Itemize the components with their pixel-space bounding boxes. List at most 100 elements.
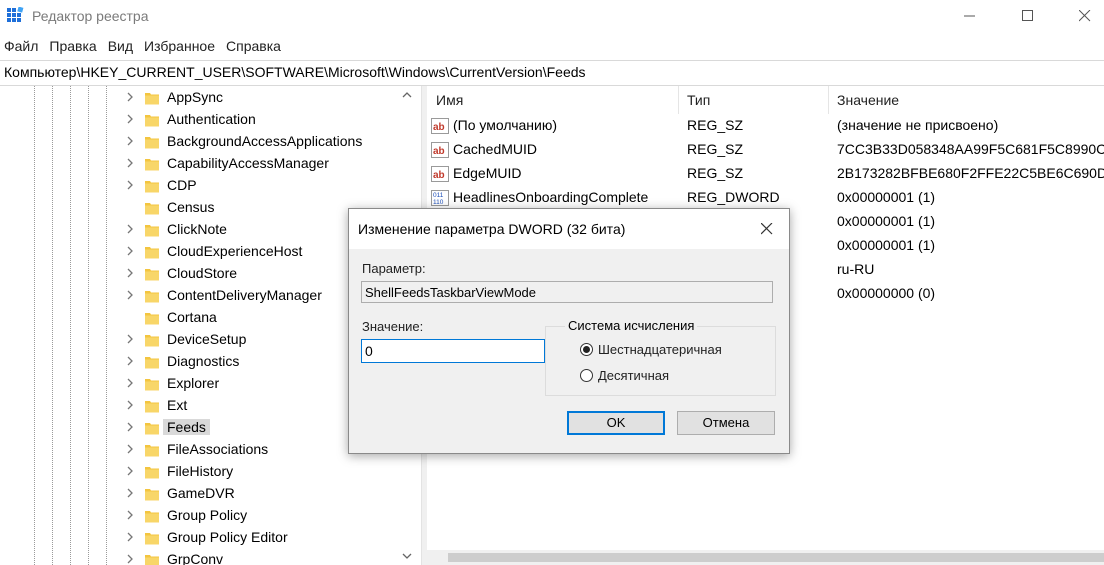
menu-favorites[interactable]: Избранное bbox=[140, 36, 222, 58]
address-bar[interactable]: Компьютер\HKEY_CURRENT_USER\SOFTWARE\Mic… bbox=[0, 60, 1104, 86]
tree-item[interactable]: CapabilityAccessManager bbox=[0, 153, 398, 175]
value-input[interactable] bbox=[361, 339, 545, 363]
tree-item[interactable]: ContentDeliveryManager bbox=[0, 285, 398, 307]
tree-item-label[interactable]: Explorer bbox=[167, 375, 219, 391]
menu-view[interactable]: Вид bbox=[104, 36, 140, 58]
tree-item-label[interactable]: GameDVR bbox=[167, 485, 235, 501]
chevron-right-icon[interactable] bbox=[126, 267, 136, 281]
tree-item[interactable]: Census bbox=[0, 197, 398, 219]
tree-item-label[interactable]: AppSync bbox=[167, 89, 223, 105]
tree-item-label[interactable]: ClickNote bbox=[167, 221, 227, 237]
chevron-right-icon[interactable] bbox=[126, 531, 136, 545]
tree-item-label[interactable]: ContentDeliveryManager bbox=[167, 287, 322, 303]
tree-item[interactable]: GameDVR bbox=[0, 483, 398, 505]
tree-item[interactable]: Group Policy Editor bbox=[0, 527, 398, 549]
radio-hex-label[interactable]: Шестнадцатеричная bbox=[598, 342, 722, 357]
chevron-right-icon[interactable] bbox=[126, 333, 136, 347]
column-header-name[interactable]: Имя bbox=[436, 86, 463, 114]
tree-item-label[interactable]: CDP bbox=[167, 177, 197, 193]
tree-item[interactable]: FileHistory bbox=[0, 461, 398, 483]
svg-text:011: 011 bbox=[433, 192, 444, 199]
chevron-right-icon[interactable] bbox=[126, 179, 136, 193]
tree-item-label[interactable]: Census bbox=[167, 199, 214, 215]
tree-item-label[interactable]: FileAssociations bbox=[167, 441, 268, 457]
chevron-right-icon[interactable] bbox=[126, 157, 136, 171]
minimize-button[interactable] bbox=[947, 0, 993, 32]
address-path[interactable]: Компьютер\HKEY_CURRENT_USER\SOFTWARE\Mic… bbox=[4, 64, 586, 80]
chevron-right-icon[interactable] bbox=[126, 135, 136, 149]
tree-item[interactable]: FileAssociations bbox=[0, 439, 398, 461]
tree-item-label[interactable]: CapabilityAccessManager bbox=[167, 155, 329, 171]
chevron-right-icon[interactable] bbox=[126, 289, 136, 303]
chevron-right-icon[interactable] bbox=[126, 245, 136, 259]
tree-item-label[interactable]: BackgroundAccessApplications bbox=[167, 133, 362, 149]
menu-edit[interactable]: Правка bbox=[45, 36, 103, 58]
value-row[interactable]: ab (По умолчанию) REG_SZ (значение не присв… bbox=[426, 114, 1104, 138]
tree-item-label[interactable]: Ext bbox=[167, 397, 187, 413]
tree-item-label[interactable]: CloudStore bbox=[167, 265, 237, 281]
chevron-right-icon[interactable] bbox=[126, 223, 136, 237]
tree-item-label[interactable]: Diagnostics bbox=[167, 353, 239, 369]
tree-item[interactable]: Cortana bbox=[0, 307, 398, 329]
tree-item[interactable]: DeviceSetup bbox=[0, 329, 398, 351]
menu-help[interactable]: Справка bbox=[222, 36, 288, 58]
tree-item-label[interactable]: Authentication bbox=[167, 111, 256, 127]
scroll-up-icon[interactable] bbox=[401, 91, 413, 103]
column-header-type[interactable]: Тип bbox=[687, 86, 710, 114]
scrollbar-thumb[interactable] bbox=[448, 553, 1104, 562]
chevron-right-icon[interactable] bbox=[126, 355, 136, 369]
chevron-right-icon[interactable] bbox=[126, 421, 136, 435]
tree-item-label[interactable]: Feeds bbox=[163, 419, 210, 435]
menu-file[interactable]: Файл bbox=[0, 36, 45, 58]
radio-hex[interactable] bbox=[580, 343, 593, 356]
maximize-button[interactable] bbox=[1005, 0, 1051, 32]
folder-icon bbox=[145, 157, 159, 171]
tree-item[interactable]: Group Policy bbox=[0, 505, 398, 527]
tree-item[interactable]: ClickNote bbox=[0, 219, 398, 241]
tree-item-label[interactable]: Group Policy bbox=[167, 507, 247, 523]
tree-item[interactable]: GrpConv bbox=[0, 549, 398, 565]
radio-decimal-label[interactable]: Десятичная bbox=[598, 368, 669, 383]
chevron-right-icon[interactable] bbox=[126, 443, 136, 457]
column-divider[interactable] bbox=[828, 86, 829, 114]
chevron-right-icon[interactable] bbox=[126, 113, 136, 127]
tree-item[interactable]: CloudExperienceHost bbox=[0, 241, 398, 263]
tree-item[interactable]: Authentication bbox=[0, 109, 398, 131]
chevron-right-icon[interactable] bbox=[126, 465, 136, 479]
param-label: Параметр: bbox=[362, 261, 426, 276]
chevron-right-icon[interactable] bbox=[126, 91, 136, 105]
scroll-down-icon[interactable] bbox=[401, 552, 413, 564]
ok-button[interactable]: OK bbox=[567, 411, 665, 435]
chevron-right-icon[interactable] bbox=[126, 399, 136, 413]
dialog-close-button[interactable] bbox=[751, 217, 783, 241]
tree-item[interactable]: Explorer bbox=[0, 373, 398, 395]
tree-item-label[interactable]: Cortana bbox=[167, 309, 217, 325]
values-hscrollbar[interactable] bbox=[426, 550, 1104, 565]
column-header-data[interactable]: Значение bbox=[837, 86, 899, 114]
svg-text:ab: ab bbox=[433, 146, 445, 157]
tree-item[interactable]: CDP bbox=[0, 175, 398, 197]
tree-item[interactable]: BackgroundAccessApplications bbox=[0, 131, 398, 153]
chevron-right-icon[interactable] bbox=[126, 553, 136, 565]
value-row[interactable]: ab CachedMUID REG_SZ 7CC3B33D058348AA99F5C6… bbox=[426, 138, 1104, 162]
tree-item[interactable]: Ext bbox=[0, 395, 398, 417]
chevron-right-icon[interactable] bbox=[126, 377, 136, 391]
radio-decimal[interactable] bbox=[580, 369, 593, 382]
value-row[interactable]: ab EdgeMUID REG_SZ 2B173282BFBE680F2FFE22C5… bbox=[426, 162, 1104, 186]
tree-item-label[interactable]: DeviceSetup bbox=[167, 331, 246, 347]
chevron-right-icon[interactable] bbox=[126, 509, 136, 523]
chevron-right-icon[interactable] bbox=[126, 487, 136, 501]
tree-item-label[interactable]: CloudExperienceHost bbox=[167, 243, 302, 259]
tree-item[interactable]: Diagnostics bbox=[0, 351, 398, 373]
tree-item[interactable]: AppSync bbox=[0, 87, 398, 109]
close-button[interactable] bbox=[1062, 0, 1104, 32]
tree-item-label[interactable]: GrpConv bbox=[167, 551, 223, 565]
value-row[interactable]: 011 110 HeadlinesOnboardingComplete REG_DWO… bbox=[426, 186, 1104, 210]
tree-item[interactable]: Feeds bbox=[0, 417, 398, 439]
cancel-button[interactable]: Отмена bbox=[677, 411, 775, 435]
column-divider[interactable] bbox=[678, 86, 679, 114]
tree-item-label[interactable]: FileHistory bbox=[167, 463, 233, 479]
value-type: REG_SZ bbox=[687, 165, 744, 181]
tree-item-label[interactable]: Group Policy Editor bbox=[167, 529, 288, 545]
tree-item[interactable]: CloudStore bbox=[0, 263, 398, 285]
